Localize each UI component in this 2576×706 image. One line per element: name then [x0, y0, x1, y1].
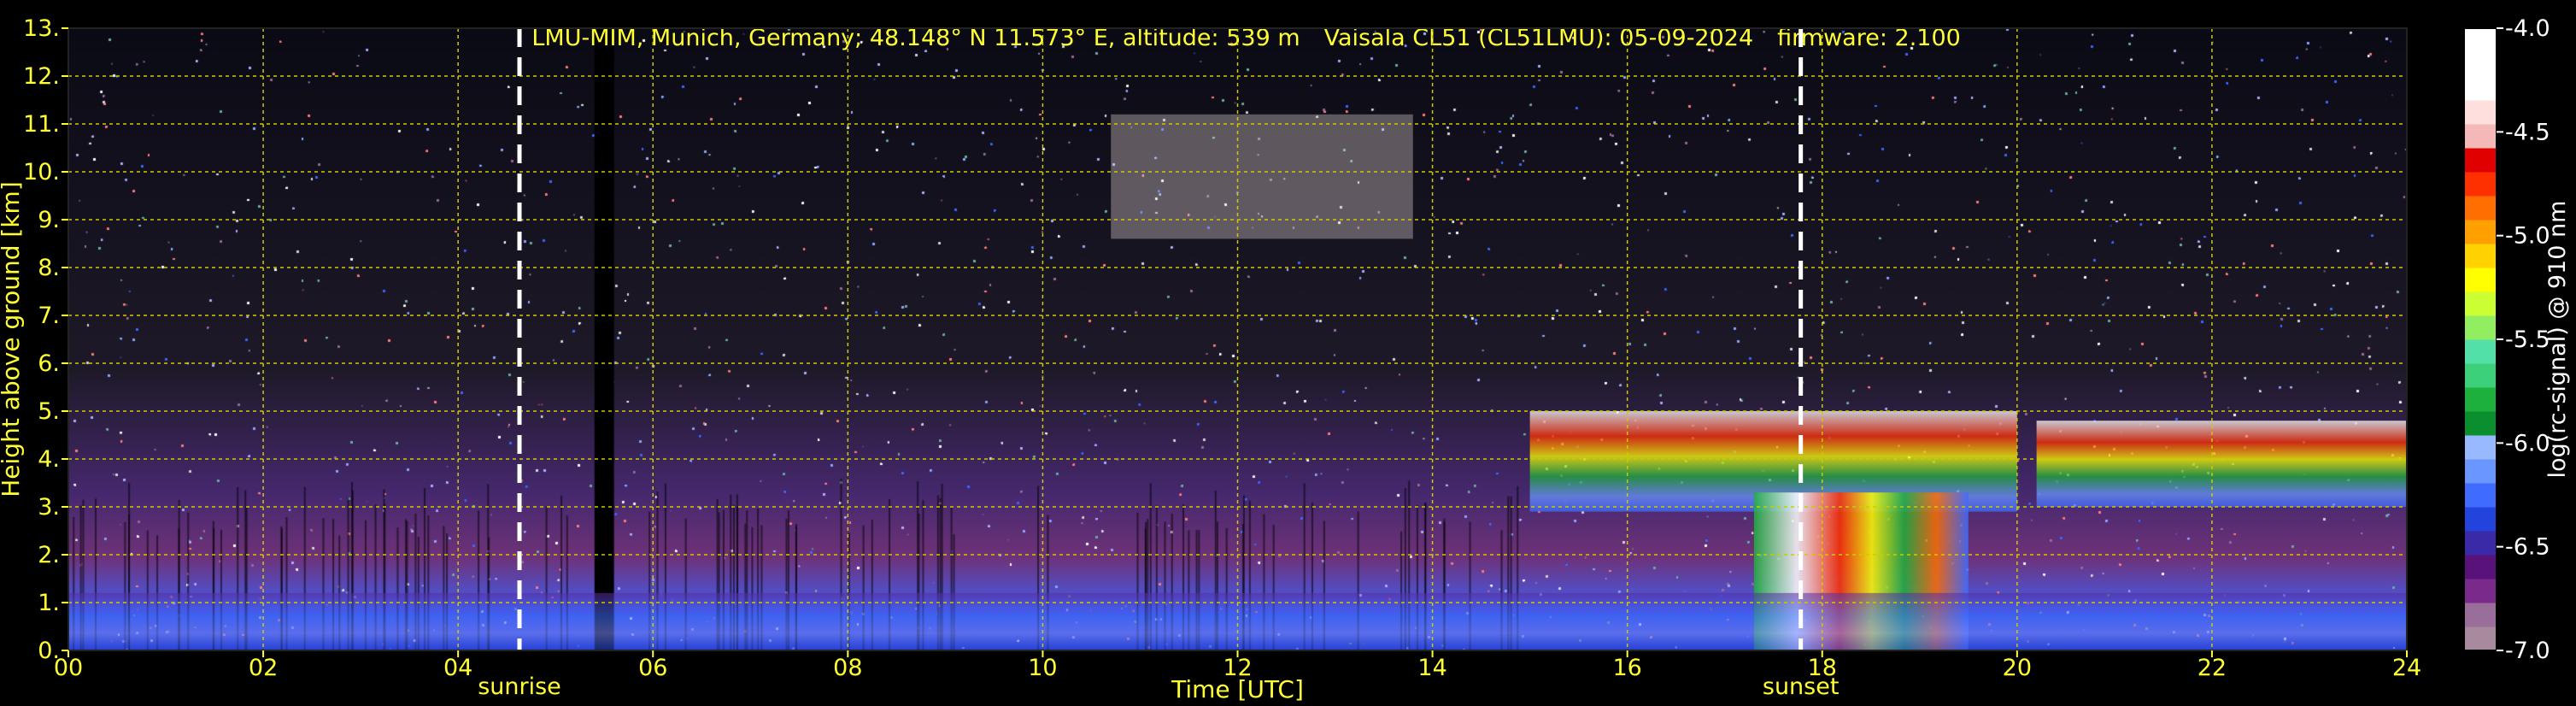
- colorbar-segment: [2464, 507, 2497, 532]
- colorbar-segment: [2464, 124, 2497, 149]
- x-axis-label: Time [UTC]: [1171, 675, 1304, 703]
- colorbar-segment: [2464, 196, 2497, 221]
- colorbar-segment: [2464, 52, 2497, 77]
- colorbar-segment: [2464, 291, 2497, 316]
- y-tick-label: 0.: [38, 638, 60, 664]
- x-tick-label: 10: [1028, 655, 1057, 681]
- feature-boundary-layer: [68, 592, 2407, 650]
- colorbar-segment: [2464, 411, 2497, 436]
- colorbar-segment: [2464, 244, 2497, 268]
- feature-cloud-layer: [2036, 421, 2407, 507]
- colorbar-segment: [2464, 268, 2497, 292]
- sunrise-label: sunrise: [478, 674, 561, 700]
- colorbar-tick-label: -6.5: [2505, 534, 2550, 561]
- colorbar-segment: [2464, 220, 2497, 244]
- y-tick-label: 3.: [38, 494, 60, 521]
- y-tick-label: 9.: [38, 207, 60, 233]
- x-tick-label: 06: [638, 655, 667, 681]
- x-tick-label: 24: [2392, 655, 2421, 681]
- x-tick-label: 02: [249, 655, 278, 681]
- colorbar-segment: [2464, 148, 2497, 173]
- x-tick-label: 20: [2003, 655, 2032, 681]
- y-tick-label: 2.: [38, 542, 60, 568]
- x-tick-label: 18: [1808, 655, 1837, 681]
- ceilometer-plot: sunrise sunset 00 02 04 06 08 10 12 14 16 18 20 22 24…: [0, 15, 2571, 703]
- x-tick-label: 04: [443, 655, 472, 681]
- colorbar-segment: [2464, 363, 2497, 388]
- colorbar-segment: [2464, 531, 2497, 556]
- y-tick-label: 12.: [23, 63, 60, 90]
- colorbar-segment: [2464, 339, 2497, 364]
- colorbar-segment: [2464, 28, 2497, 53]
- colorbar-tick-label: -4.0: [2505, 15, 2550, 42]
- colorbar-tick-label: -7.0: [2505, 638, 2550, 664]
- y-tick-label: 6.: [38, 350, 60, 377]
- colorbar-segment: [2464, 100, 2497, 125]
- colorbar-segment: [2464, 172, 2497, 197]
- colorbar-segment: [2464, 555, 2497, 580]
- colorbar-label: log(rc-signal) @ 910 nm: [2544, 201, 2571, 479]
- y-tick-label: 4.: [38, 446, 60, 473]
- colorbar-segment: [2464, 483, 2497, 508]
- colorbar-segment: [2464, 627, 2497, 651]
- colorbar-tick-label: -5.0: [2505, 223, 2550, 250]
- colorbar-tick-label: -5.5: [2505, 327, 2550, 353]
- y-tick-label: 8.: [38, 255, 60, 281]
- y-axis-label: Height above ground [km]: [0, 181, 25, 497]
- x-tick-label: 14: [1417, 655, 1446, 681]
- colorbar-segment: [2464, 387, 2497, 412]
- x-tick-label: 16: [1612, 655, 1641, 681]
- y-tick-label: 7.: [38, 303, 60, 329]
- y-tick-label: 13.: [23, 15, 60, 42]
- colorbar-segment: [2464, 435, 2497, 460]
- colorbar-segment: [2464, 603, 2497, 627]
- x-tick-label: 22: [2198, 655, 2227, 681]
- y-tick-label: 1.: [38, 590, 60, 616]
- colorbar-tick-label: -4.5: [2505, 119, 2550, 145]
- y-tick-label: 11.: [23, 111, 60, 138]
- colorbar-segment: [2464, 315, 2497, 340]
- x-tick-label: 08: [833, 655, 862, 681]
- colorbar-segment: [2464, 579, 2497, 603]
- y-tick-label: 5.: [38, 398, 60, 425]
- y-tick-label: 10.: [23, 159, 60, 185]
- colorbar-segment: [2464, 76, 2497, 101]
- colorbar-segment: [2464, 459, 2497, 484]
- colorbar-tick-label: -6.0: [2505, 430, 2550, 456]
